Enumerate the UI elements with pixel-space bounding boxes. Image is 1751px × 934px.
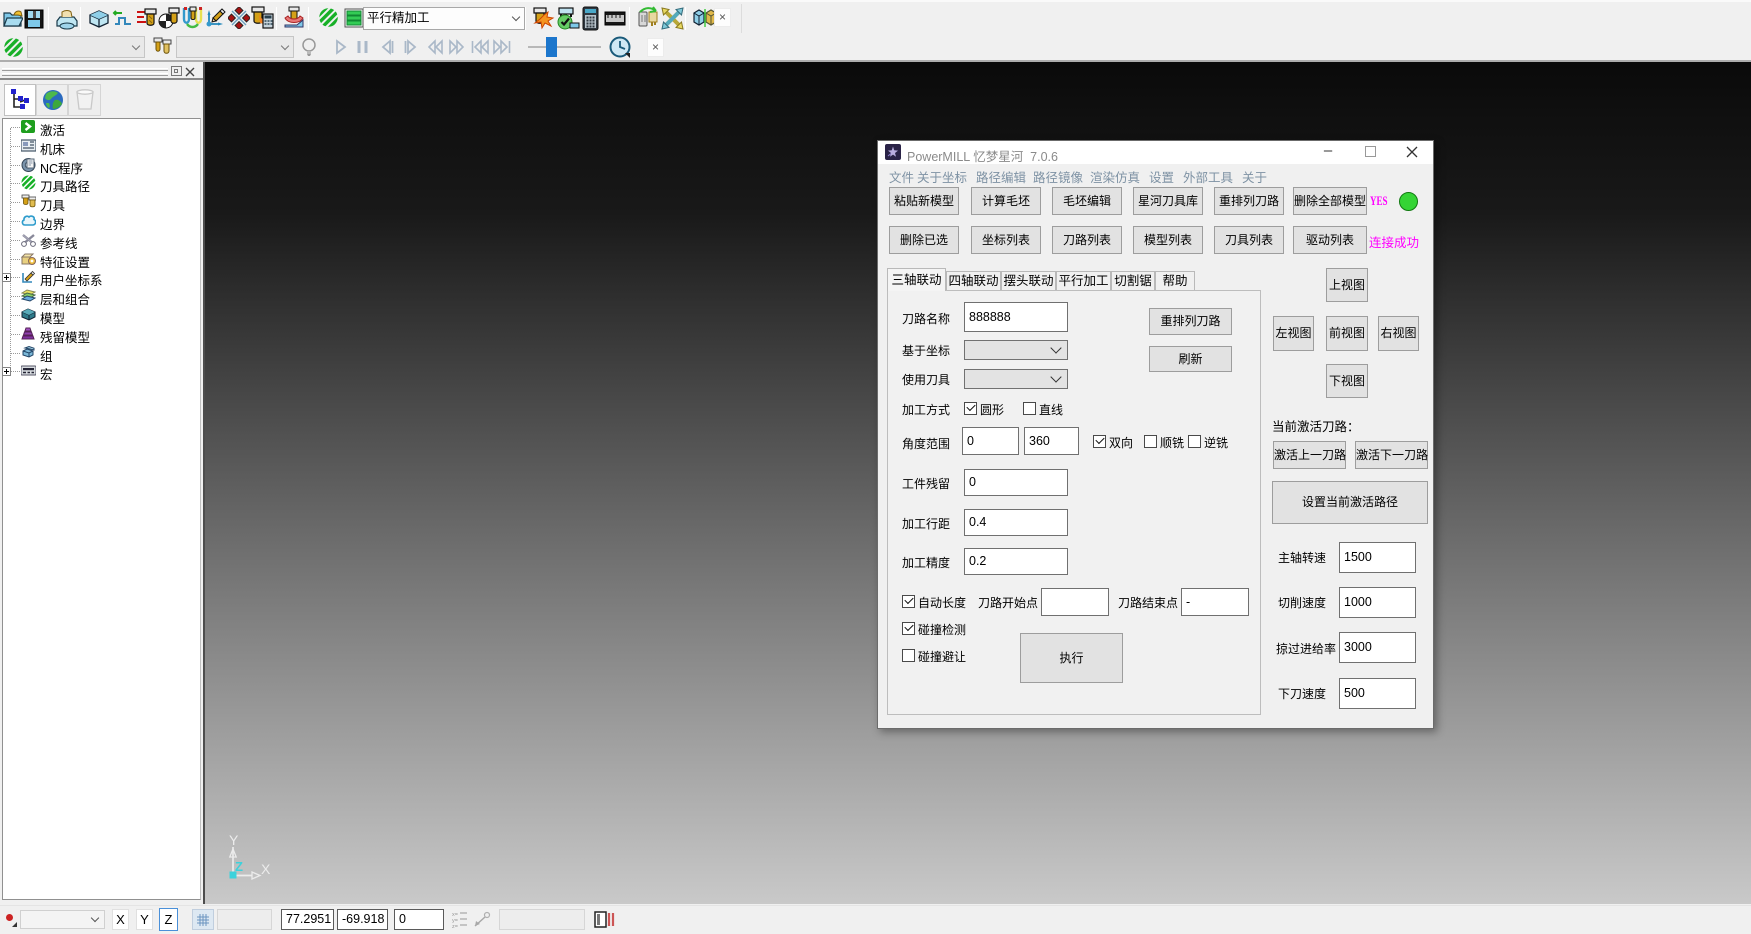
svg-text:X: X — [261, 861, 271, 877]
svg-text:Y: Y — [229, 832, 239, 848]
svg-text:z=: z= — [452, 924, 458, 928]
